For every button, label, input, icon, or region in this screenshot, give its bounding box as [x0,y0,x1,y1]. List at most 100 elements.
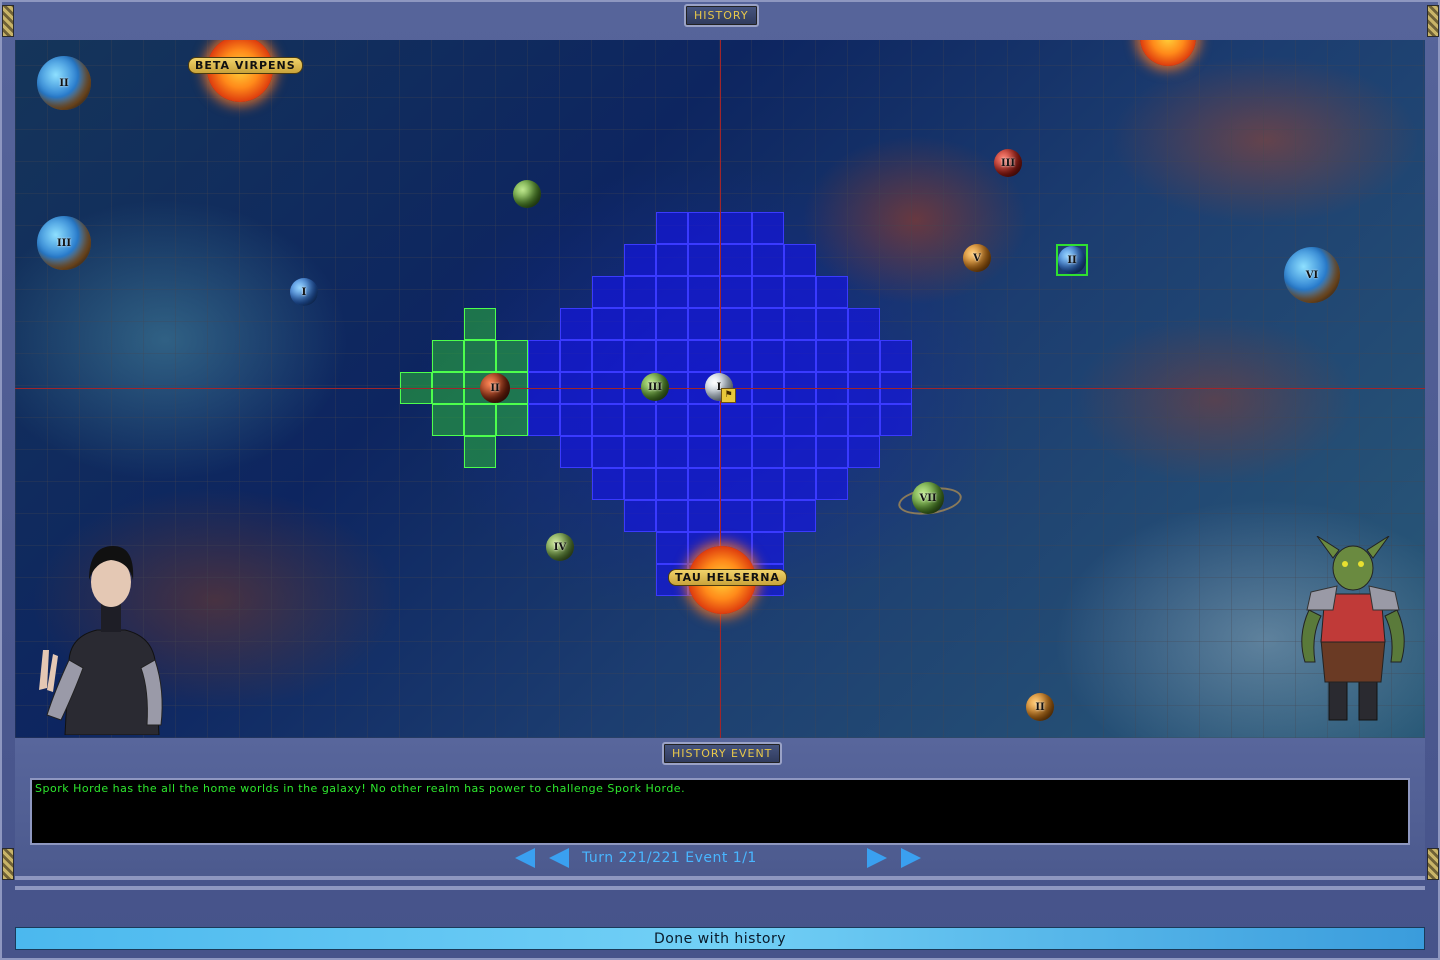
territory-tile-blue [656,212,688,244]
galaxy-map[interactable]: Beta Virpens Tau Helserna II III I III V… [15,40,1425,738]
territory-tile-blue [592,404,624,436]
territory-tile-blue [816,468,848,500]
territory-tile-blue [816,404,848,436]
territory-tile-blue [720,308,752,340]
territory-tile-blue [816,436,848,468]
territory-tile-blue [784,308,816,340]
event-message: Spork Horde has the all the home worlds … [30,778,1410,845]
window-title: History [684,4,759,27]
territory-tile-blue [752,244,784,276]
previous-event-button[interactable] [549,848,569,868]
territory-tile-blue [816,340,848,372]
planet-jungle[interactable] [513,180,541,208]
planet-red[interactable]: II [480,373,510,403]
planet-desert[interactable]: V [963,244,991,272]
planet-gas-giant[interactable]: III [37,216,91,270]
territory-tile-blue [656,276,688,308]
planet-jungle[interactable]: III [641,373,669,401]
planet-jungle[interactable]: IV [546,533,574,561]
territory-tile-blue [624,276,656,308]
divider [15,886,1425,890]
territory-tile-blue [624,244,656,276]
territory-tile-blue [592,308,624,340]
done-button-label: Done with history [653,930,787,947]
territory-tile-blue [720,500,752,532]
planet-gas-giant[interactable]: VI [1284,247,1340,303]
territory-tile-blue [784,436,816,468]
territory-tile-blue [848,436,880,468]
territory-tile-blue [688,340,720,372]
territory-tile-blue [592,276,624,308]
player-portrait [39,546,163,735]
territory-tile-blue [848,404,880,436]
territory-tile-blue [656,532,688,564]
event-panel-title: History Event [662,742,783,765]
planet-ringed[interactable]: VII [912,482,944,514]
territory-tile-blue [752,308,784,340]
territory-tile-blue [624,308,656,340]
frame-ornament [1427,848,1439,880]
planet-ocean[interactable]: II [1058,246,1086,274]
territory-tile-blue [880,404,912,436]
first-event-button[interactable] [515,848,535,868]
planet-gas-giant[interactable]: II [37,56,91,110]
territory-tile-blue [752,500,784,532]
territory-tile-green [464,340,496,372]
next-event-button[interactable] [867,848,887,868]
territory-tile-blue [528,404,560,436]
territory-tile-blue [656,468,688,500]
last-event-button[interactable] [901,848,921,868]
territory-tile-blue [720,276,752,308]
territory-tile-blue [592,468,624,500]
territory-tile-blue [688,244,720,276]
fleet-icon[interactable]: ⚑ [721,388,736,403]
territory-tile-blue [784,500,816,532]
territory-tile-blue [752,404,784,436]
done-button[interactable]: Done with history [15,927,1425,950]
star-label-tau-helserna: Tau Helserna [668,569,787,586]
territory-tile-blue [560,340,592,372]
territory-tile-blue [720,436,752,468]
territory-tile-blue [880,340,912,372]
territory-tile-blue [624,436,656,468]
territory-tile-blue [688,308,720,340]
territory-tile-blue [752,532,784,564]
territory-tile-green [464,308,496,340]
territory-tile-blue [624,340,656,372]
planet-desert[interactable]: II [1026,693,1054,721]
territory-tile-blue [560,404,592,436]
territory-tile-blue [816,276,848,308]
territory-tile-green [464,404,496,436]
territory-tile-blue [656,308,688,340]
territory-tile-green [496,404,528,436]
territory-tile-blue [656,404,688,436]
territory-tile-blue [624,404,656,436]
territory-tile-blue [656,244,688,276]
territory-tile-blue [688,404,720,436]
territory-tile-blue [656,500,688,532]
territory-tile-blue [784,468,816,500]
territory-tile-blue [720,340,752,372]
territory-tile-blue [752,212,784,244]
territory-tile-blue [688,468,720,500]
planet-red[interactable]: III [994,149,1022,177]
territory-tile-blue [752,276,784,308]
territory-tile-blue [752,436,784,468]
territory-tile-green [432,404,464,436]
territory-tile-blue [752,468,784,500]
territory-tile-blue [656,340,688,372]
territory-tile-green [432,340,464,372]
territory-tile-green [496,340,528,372]
territory-tile-blue [592,436,624,468]
territory-tile-blue [688,276,720,308]
divider [15,876,1425,880]
planet-ocean[interactable]: I [290,278,318,306]
territory-tile-blue [752,340,784,372]
territory-tile-blue [816,308,848,340]
territory-tile-blue [848,308,880,340]
star-label-beta-virpens: Beta Virpens [188,57,303,74]
frame-ornament [1427,5,1439,37]
frame-ornament [2,5,14,37]
territory-tile-blue [560,308,592,340]
territory-tile-blue [784,276,816,308]
